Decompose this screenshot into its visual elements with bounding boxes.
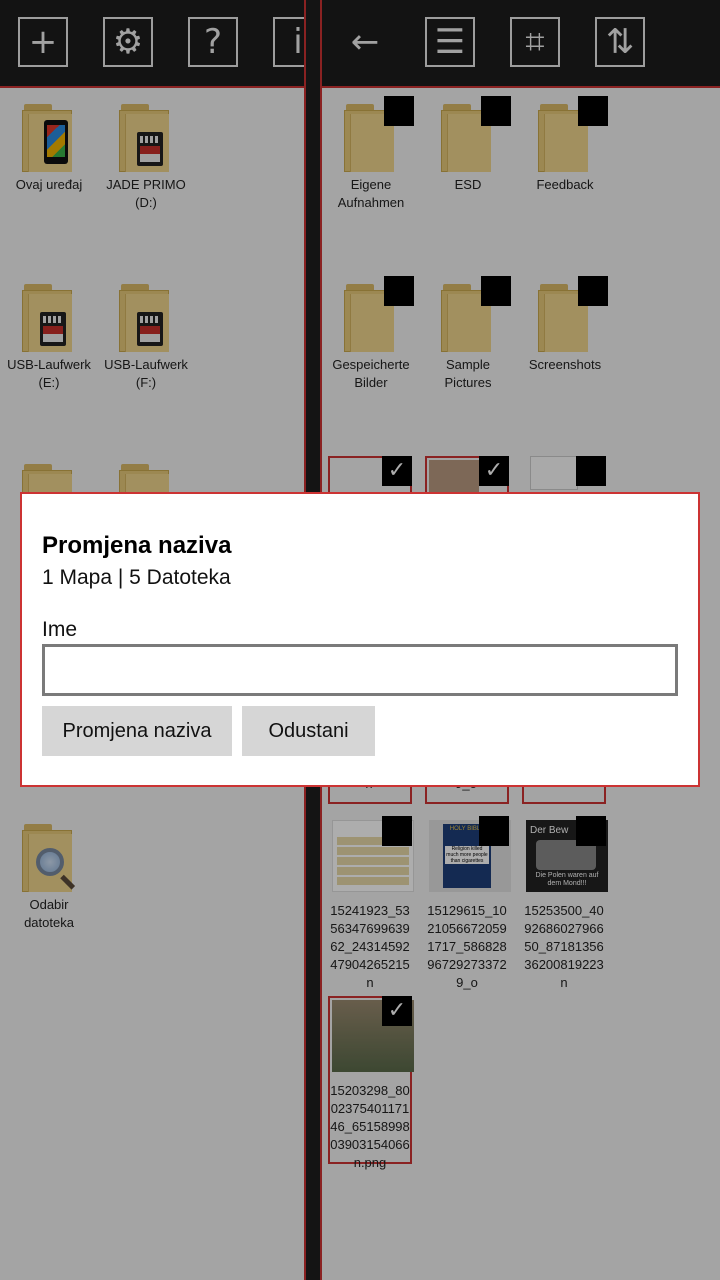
dialog-title: Promjena naziva xyxy=(42,532,232,559)
rename-dialog: Promjena naziva 1 Mapa | 5 Datoteka Ime … xyxy=(20,492,700,787)
dialog-subtitle: 1 Mapa | 5 Datoteka xyxy=(42,566,231,589)
name-field[interactable] xyxy=(42,644,678,696)
rename-button[interactable]: Promjena naziva xyxy=(42,706,232,756)
name-field-label: Ime xyxy=(42,618,78,641)
cancel-button[interactable]: Odustani xyxy=(242,706,375,756)
